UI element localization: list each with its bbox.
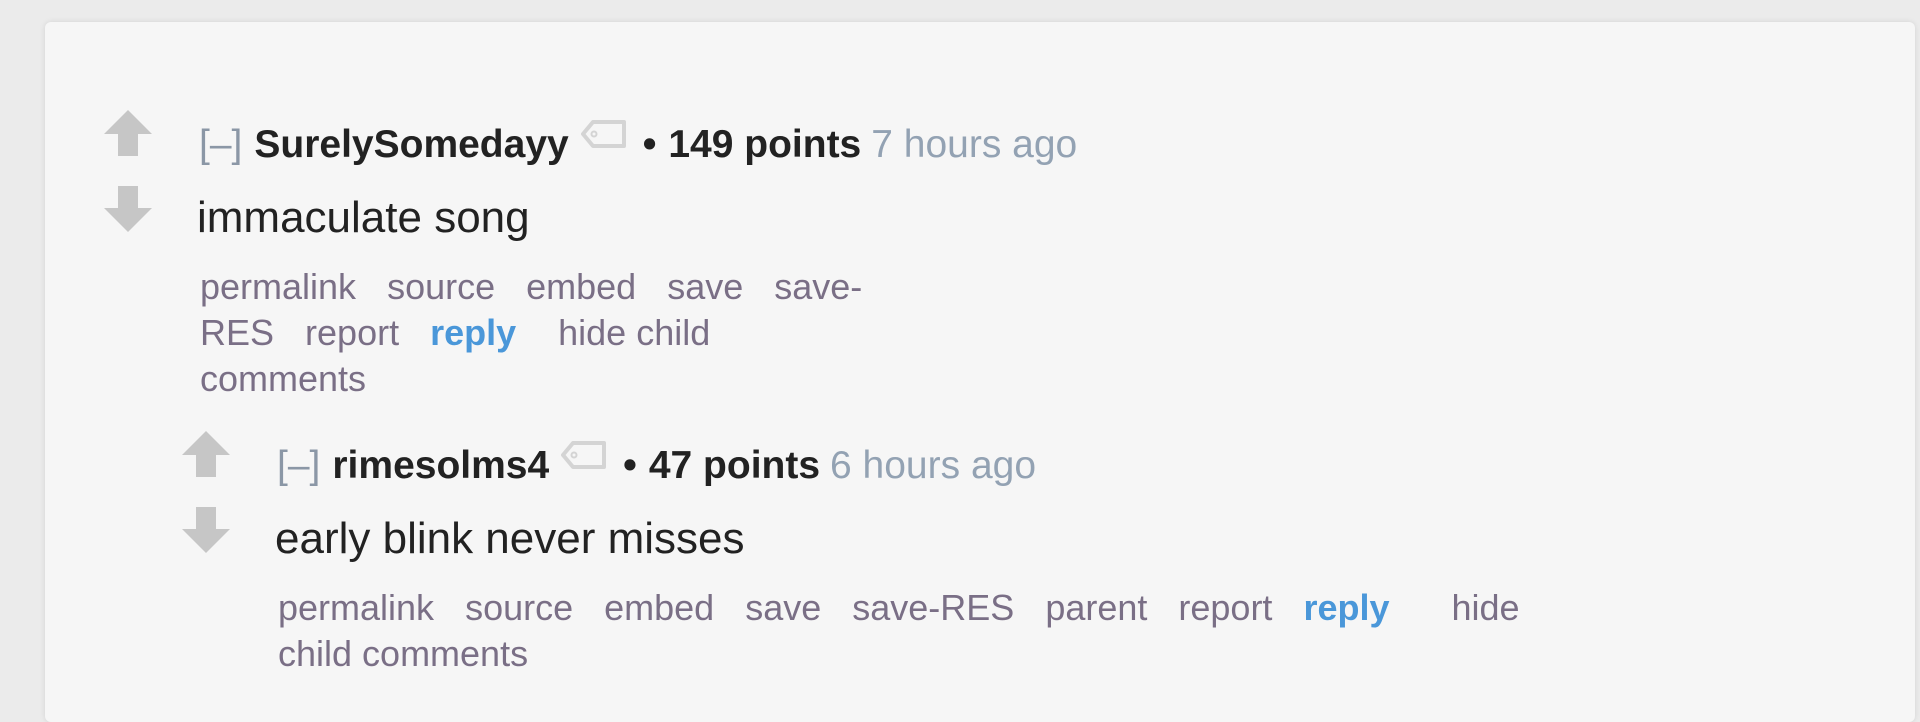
comment-actions: permalink source embed save save-RES parent re… <box>278 585 1588 677</box>
comment-tagline: [–] rimesolms4 • 47 points 6 hours ago <box>277 433 1036 491</box>
parent-link[interactable]: parent <box>1045 587 1147 628</box>
arrow-up-icon <box>182 431 230 477</box>
author-link[interactable]: SurelySomedayy <box>254 123 568 166</box>
save-res-link[interactable]: save-RES <box>852 587 1014 628</box>
reply-link[interactable]: reply <box>430 312 516 353</box>
comment-card: [–] SurelySomedayy • 149 points 7 hours ago … <box>45 22 1915 722</box>
author-link[interactable]: rimesolms4 <box>332 444 549 487</box>
comment-tagline: [–] SurelySomedayy • 149 points 7 hours ago <box>199 112 1077 170</box>
save-link[interactable]: save <box>745 587 821 628</box>
report-link[interactable]: report <box>305 312 399 353</box>
downvote-button[interactable] <box>100 184 156 234</box>
arrow-down-icon <box>104 186 152 232</box>
downvote-button[interactable] <box>178 505 234 555</box>
report-link[interactable]: report <box>1178 587 1272 628</box>
collapse-toggle[interactable]: [–] <box>199 123 242 166</box>
collapse-toggle[interactable]: [–] <box>277 444 320 487</box>
comment-body: immaculate song <box>197 193 530 242</box>
upvote-button[interactable] <box>100 108 156 158</box>
arrow-up-icon <box>104 110 152 156</box>
comment-body: early blink never misses <box>275 514 745 563</box>
save-link[interactable]: save <box>667 266 743 307</box>
tag-icon[interactable] <box>580 112 627 148</box>
score: 149 points <box>668 123 862 166</box>
permalink-link[interactable]: permalink <box>278 587 434 628</box>
comment-actions: permalink source embed save save-RES report re… <box>200 264 862 402</box>
reply-link[interactable]: reply <box>1303 587 1389 628</box>
permalink-link[interactable]: permalink <box>200 266 356 307</box>
timestamp: 6 hours ago <box>830 444 1037 487</box>
arrow-down-icon <box>182 507 230 553</box>
embed-link[interactable]: embed <box>604 587 714 628</box>
upvote-button[interactable] <box>178 429 234 479</box>
embed-link[interactable]: embed <box>526 266 636 307</box>
timestamp: 7 hours ago <box>871 123 1078 166</box>
separator-bullet: • <box>623 444 637 487</box>
source-link[interactable]: source <box>465 587 573 628</box>
source-link[interactable]: source <box>387 266 495 307</box>
tag-icon[interactable] <box>561 433 607 469</box>
separator-bullet: • <box>642 123 657 166</box>
score: 47 points <box>648 444 821 487</box>
